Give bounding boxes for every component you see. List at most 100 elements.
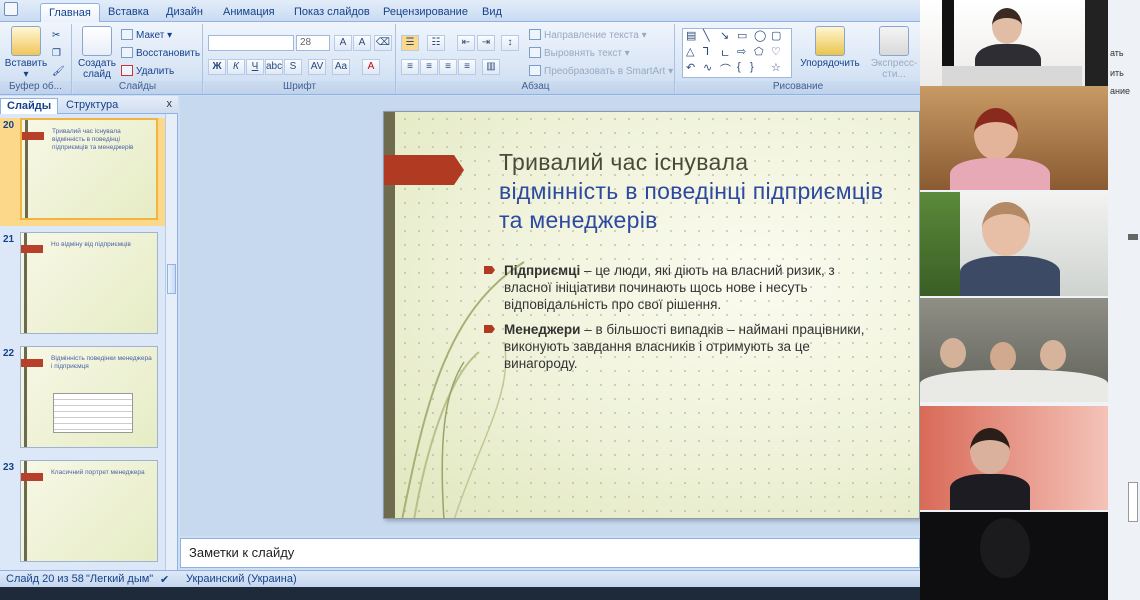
quick-styles-button[interactable]: Экспресс-сти... — [866, 26, 922, 80]
layout-button[interactable]: Макет ▾ — [121, 28, 172, 43]
justify-icon[interactable]: ≡ — [458, 59, 476, 75]
shape-connector-icon[interactable]: ⅂ — [703, 45, 709, 58]
paste-label: Вставить — [4, 58, 48, 69]
italic-icon[interactable]: К — [227, 59, 245, 75]
numbering-icon[interactable]: ☷ — [427, 35, 445, 51]
align-text-icon — [529, 47, 541, 58]
shape-arc-icon[interactable]: ⌒ — [720, 61, 731, 77]
shape-textbox-icon[interactable]: ▤ — [686, 29, 696, 42]
decrease-indent-icon[interactable]: ⇤ — [457, 35, 475, 51]
shape-rightarrow-icon[interactable]: ⇨ — [737, 45, 746, 58]
copy-icon[interactable]: ❐ — [52, 46, 61, 61]
slide-thumbnail[interactable]: 20 Тривалий час існувала відмінність в п… — [0, 118, 165, 226]
clear-format-icon[interactable]: ⌫ — [374, 35, 392, 51]
font-name-field[interactable] — [208, 35, 294, 51]
format-painter-icon[interactable]: 🖌 — [52, 64, 65, 79]
cut-icon[interactable]: ✂ — [52, 28, 60, 43]
grow-font-icon[interactable]: A — [334, 35, 352, 51]
shape-roundrect-icon[interactable]: ▢ — [771, 29, 781, 42]
bold-icon[interactable]: Ж — [208, 59, 226, 75]
shrink-font-icon[interactable]: A — [353, 35, 371, 51]
align-text-button[interactable]: Выровнять текст ▾ — [529, 46, 630, 61]
mini-flag — [21, 473, 43, 481]
align-right-icon[interactable]: ≡ — [439, 59, 457, 75]
case-icon[interactable]: Aa — [332, 59, 350, 75]
shape-brace-left-icon[interactable]: { — [737, 61, 741, 73]
text-direction-button[interactable]: Направление текста ▾ — [529, 28, 647, 43]
columns-icon[interactable]: ▥ — [482, 59, 500, 75]
slide-thumbnail[interactable]: 22 Відмінність поведінки менеджера і під… — [0, 346, 165, 454]
shape-brace-right-icon[interactable]: } — [750, 61, 754, 73]
shape-star-icon[interactable]: ☆ — [771, 61, 781, 74]
shape-arrow-icon[interactable]: ↘ — [720, 29, 729, 42]
participant-head — [970, 428, 1010, 474]
video-panel: ать ить ание — [920, 0, 1140, 600]
notes-field[interactable]: Заметки к слайду — [180, 538, 920, 568]
underline-icon[interactable]: Ч — [246, 59, 264, 75]
participant-video[interactable] — [920, 512, 1108, 600]
tab-design[interactable]: Дизайн — [158, 3, 211, 22]
tab-review[interactable]: Рецензирование — [375, 3, 476, 22]
shape-triangle-icon[interactable]: △ — [686, 45, 694, 58]
desk — [942, 66, 1082, 86]
current-slide[interactable]: Тривалий час існувала відмінність в пове… — [383, 111, 920, 519]
paste-button[interactable]: Вставить ▾ — [4, 26, 48, 80]
slide-thumbnail[interactable]: 21 Но відміну від підприємців — [0, 232, 165, 340]
spellcheck-icon[interactable]: ✔ — [160, 573, 169, 586]
slide-body[interactable]: Підприємці – це люди, які діють на власн… — [484, 262, 884, 380]
tab-slides[interactable]: Слайды — [0, 98, 59, 114]
shape-heart-icon[interactable]: ♡ — [771, 45, 781, 58]
delete-label: Удалить — [136, 66, 175, 77]
align-text-label: Выровнять текст — [544, 48, 622, 59]
increase-indent-icon[interactable]: ⇥ — [477, 35, 495, 51]
participant-head — [982, 202, 1030, 256]
tab-insert[interactable]: Вставка — [100, 3, 157, 22]
new-slide-button[interactable]: Создать слайд — [77, 26, 117, 80]
scroll-thumb[interactable] — [167, 264, 176, 294]
tab-slideshow[interactable]: Показ слайдов — [286, 3, 378, 22]
shape-line-icon[interactable]: ╲ — [703, 29, 710, 42]
font-size-field[interactable]: 28 — [296, 35, 330, 51]
panel-scrollbar[interactable] — [165, 114, 177, 570]
slide-number: 23 — [3, 462, 15, 473]
shape-pentagon-icon[interactable]: ⬠ — [754, 45, 764, 58]
scroll-control[interactable] — [1128, 482, 1138, 522]
slide-thumbnail[interactable]: 23 Класичний портрет менеджера — [0, 460, 165, 568]
shape-wave-icon[interactable]: ∿ — [703, 61, 712, 74]
shape-oval-icon[interactable]: ◯ — [754, 29, 766, 42]
participant-video[interactable] — [920, 192, 1108, 296]
tab-home[interactable]: Главная — [40, 3, 100, 22]
slide-number: 22 — [3, 348, 15, 359]
slide-title-rest: відмінність в поведінці підприємців та м… — [499, 178, 884, 233]
align-left-icon[interactable]: ≡ — [401, 59, 419, 75]
tab-animation[interactable]: Анимация — [215, 3, 283, 22]
scroll-marker[interactable] — [1128, 234, 1138, 240]
strike-icon[interactable]: abc — [265, 59, 283, 75]
tab-view[interactable]: Вид — [474, 3, 510, 22]
shapes-gallery[interactable]: ▤ ╲ ↘ ▭ ◯ ▢ △ ⅂ ㄴ ⇨ ⬠ ♡ ↶ ∿ ⌒ { } ☆ — [682, 28, 792, 78]
reset-icon — [121, 47, 133, 58]
tab-outline[interactable]: Структура — [60, 98, 124, 114]
spacing-icon[interactable]: AV — [308, 59, 326, 75]
delete-slide-button[interactable]: Удалить — [121, 64, 174, 79]
smartart-button[interactable]: Преобразовать в SmartArt ▾ — [529, 64, 673, 79]
align-center-icon[interactable]: ≡ — [420, 59, 438, 75]
arrange-button[interactable]: Упорядочить — [796, 26, 864, 69]
font-color-icon[interactable]: A — [362, 59, 380, 75]
shape-curve-icon[interactable]: ↶ — [686, 61, 695, 74]
bullets-icon[interactable]: ☰ — [401, 35, 419, 51]
participant-video[interactable] — [920, 86, 1108, 190]
shape-elbow-icon[interactable]: ㄴ — [720, 45, 730, 61]
participant-head — [980, 518, 1030, 578]
shadow-icon[interactable]: S — [284, 59, 302, 75]
reset-button[interactable]: Восстановить — [121, 46, 200, 61]
status-language[interactable]: Украинский (Украина) — [186, 573, 297, 585]
participant-video[interactable] — [920, 298, 1108, 402]
close-icon[interactable]: x — [167, 98, 173, 110]
office-button-icon[interactable] — [4, 2, 18, 16]
participant-video[interactable] — [920, 406, 1108, 510]
slide-title[interactable]: Тривалий час існувала відмінність в пове… — [499, 148, 899, 235]
shape-rect-icon[interactable]: ▭ — [737, 29, 747, 42]
ribbon-tabbar: Главная Вставка Дизайн Анимация Показ сл… — [0, 0, 920, 22]
line-spacing-icon[interactable]: ↕ — [501, 35, 519, 51]
